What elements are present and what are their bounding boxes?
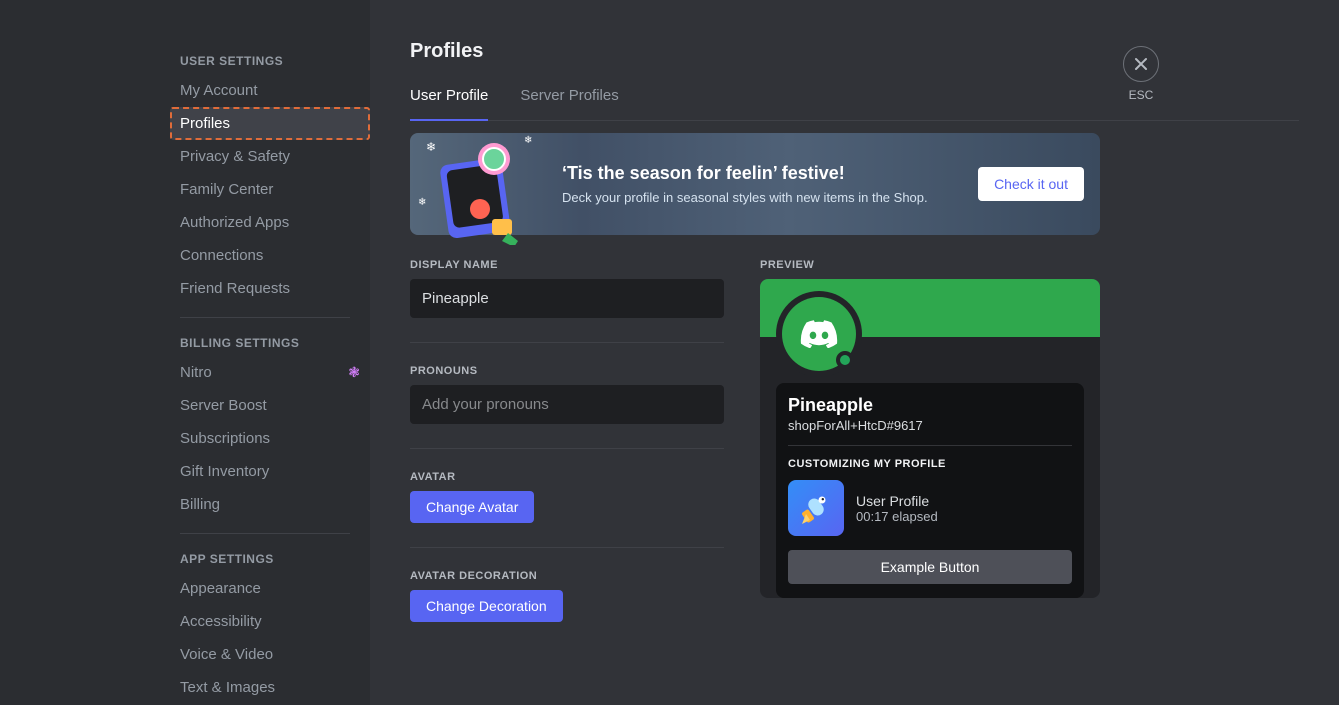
sidebar-item-friend-requests[interactable]: Friend Requests <box>170 272 370 305</box>
avatar-label: AVATAR <box>410 471 724 483</box>
form-divider <box>410 448 724 449</box>
settings-content: ESC Profiles User Profile Server Profile… <box>370 0 1339 705</box>
sidebar-item-profiles[interactable]: Profiles <box>170 107 370 140</box>
tab-user-profile[interactable]: User Profile <box>410 87 488 120</box>
sidebar-item-connections[interactable]: Connections <box>170 239 370 272</box>
preview-activity-heading: CUSTOMIZING MY PROFILE <box>788 458 1072 470</box>
sidebar-item-family-center[interactable]: Family Center <box>170 173 370 206</box>
sidebar-item-label: Privacy & Safety <box>180 148 290 165</box>
sidebar-item-label: Profiles <box>180 115 230 132</box>
activity-line2: 00:17 elapsed <box>856 509 938 524</box>
svg-text:❄: ❄ <box>426 140 436 154</box>
sidebar-item-label: Voice & Video <box>180 646 273 663</box>
sidebar-item-label: Gift Inventory <box>180 463 269 480</box>
pencil-rocket-icon <box>788 480 844 536</box>
sidebar-item-gift-inventory[interactable]: Gift Inventory <box>170 455 370 488</box>
sidebar-item-authorized-apps[interactable]: Authorized Apps <box>170 206 370 239</box>
profile-tabs: User Profile Server Profiles <box>410 87 1299 121</box>
sidebar-item-appearance[interactable]: Appearance <box>170 572 370 605</box>
settings-sidebar: USER SETTINGS My Account Profiles Privac… <box>0 0 370 705</box>
sidebar-item-privacy-safety[interactable]: Privacy & Safety <box>170 140 370 173</box>
shop-banner: ❄ ❄ ❄ ‘Tis the season for feelin’ festiv… <box>410 133 1100 235</box>
sidebar-item-label: Connections <box>180 247 263 264</box>
banner-cta-button[interactable]: Check it out <box>978 167 1084 201</box>
banner-art-icon: ❄ ❄ ❄ <box>416 125 546 245</box>
sidebar-item-label: Server Boost <box>180 397 267 414</box>
status-online-icon <box>836 351 854 369</box>
sidebar-section-billing-settings: BILLING SETTINGS <box>170 330 370 356</box>
sidebar-item-label: Billing <box>180 496 220 513</box>
sidebar-item-my-account[interactable]: My Account <box>170 74 370 107</box>
sidebar-item-label: Friend Requests <box>180 280 290 297</box>
preview-display-name: Pineapple <box>788 395 1072 416</box>
svg-text:❄: ❄ <box>524 135 532 146</box>
sidebar-item-text-images[interactable]: Text & Images <box>170 671 370 704</box>
preview-tag: shopForAll+HtcD#9617 <box>788 418 1072 433</box>
sidebar-item-nitro[interactable]: Nitro ❃ <box>170 356 370 389</box>
sidebar-divider <box>180 317 350 318</box>
sidebar-item-label: Family Center <box>180 181 273 198</box>
form-divider <box>410 342 724 343</box>
discord-logo-icon <box>800 320 838 348</box>
example-button[interactable]: Example Button <box>788 550 1072 584</box>
tab-server-profiles[interactable]: Server Profiles <box>520 87 618 120</box>
sidebar-item-billing[interactable]: Billing <box>170 488 370 521</box>
pronouns-input[interactable] <box>410 385 724 424</box>
sidebar-item-label: Appearance <box>180 580 261 597</box>
banner-subtitle: Deck your profile in seasonal styles wit… <box>562 190 928 205</box>
sidebar-section-app-settings: APP SETTINGS <box>170 546 370 572</box>
svg-text:❄: ❄ <box>418 197 426 208</box>
sidebar-section-user-settings: USER SETTINGS <box>170 48 370 74</box>
close-button[interactable]: ESC <box>1123 46 1159 102</box>
sidebar-item-label: My Account <box>180 82 258 99</box>
activity-line1: User Profile <box>856 493 938 509</box>
sidebar-item-voice-video[interactable]: Voice & Video <box>170 638 370 671</box>
preview-avatar <box>776 291 862 377</box>
close-icon <box>1123 46 1159 82</box>
preview-activity: User Profile 00:17 elapsed <box>788 480 1072 536</box>
page-title: Profiles <box>410 40 1299 63</box>
sidebar-item-label: Accessibility <box>180 613 262 630</box>
pronouns-label: PRONOUNS <box>410 365 724 377</box>
avatar-decoration-label: AVATAR DECORATION <box>410 570 724 582</box>
sidebar-item-label: Subscriptions <box>180 430 270 447</box>
preview-divider <box>788 445 1072 446</box>
profile-form: DISPLAY NAME PRONOUNS AVATAR Change Avat… <box>410 259 724 646</box>
banner-title: ‘Tis the season for feelin’ festive! <box>562 163 928 184</box>
sidebar-item-label: Authorized Apps <box>180 214 289 231</box>
sidebar-item-server-boost[interactable]: Server Boost <box>170 389 370 422</box>
nitro-icon: ❃ <box>348 364 360 381</box>
sidebar-item-label: Nitro <box>180 364 212 381</box>
form-divider <box>410 547 724 548</box>
display-name-input[interactable] <box>410 279 724 318</box>
sidebar-item-accessibility[interactable]: Accessibility <box>170 605 370 638</box>
display-name-label: DISPLAY NAME <box>410 259 724 271</box>
profile-preview-card: Pineapple shopForAll+HtcD#9617 CUSTOMIZI… <box>760 279 1100 598</box>
preview-label: PREVIEW <box>760 259 1100 271</box>
sidebar-divider <box>180 533 350 534</box>
change-avatar-button[interactable]: Change Avatar <box>410 491 534 523</box>
sidebar-item-label: Text & Images <box>180 679 275 696</box>
close-label: ESC <box>1123 88 1159 102</box>
sidebar-item-subscriptions[interactable]: Subscriptions <box>170 422 370 455</box>
change-decoration-button[interactable]: Change Decoration <box>410 590 563 622</box>
